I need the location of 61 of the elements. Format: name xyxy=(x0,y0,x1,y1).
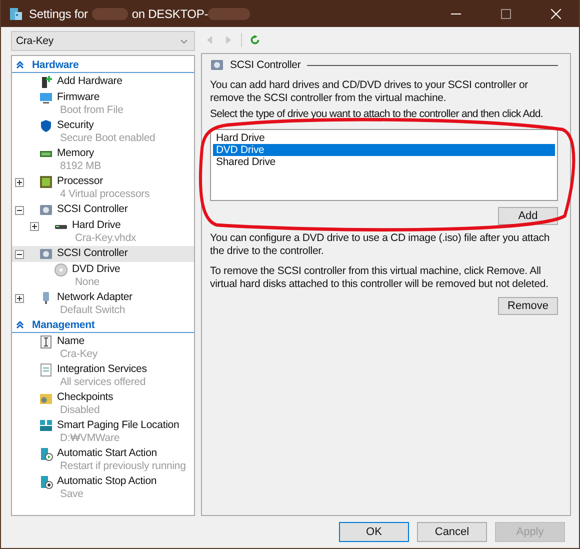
item-detail: 8192 MB xyxy=(59,160,101,173)
dvd-note: You can configure a DVD drive to use a CD image (.iso) file after you attach the drive to the controller. xyxy=(210,232,551,258)
section-heading: Management xyxy=(32,319,95,331)
remove-note: To remove the SCSI controller from this virtual machine, click Remove. All virtual hard disks attached to this controller will be removed but not deleted. xyxy=(210,265,550,291)
item-detail: Restart if previously running xyxy=(59,460,186,473)
window-title: on DESKTOP- xyxy=(132,6,208,20)
tree-item[interactable]: Memory 8192 MB xyxy=(12,146,194,174)
tree-item[interactable]: Network Adapter Default Switch xyxy=(12,290,194,318)
item-detail: Cra-Key.vhdx xyxy=(74,232,136,245)
item-name: Firmware xyxy=(57,91,101,104)
tree-item[interactable]: Security Secure Boot enabled xyxy=(12,118,194,146)
item-detail: Secure Boot enabled xyxy=(59,132,156,145)
item-detail: Save xyxy=(59,488,84,501)
item-detail: Cra-Key xyxy=(59,348,98,361)
item-name: Checkpoints xyxy=(57,391,114,404)
dialog-button[interactable]: Cancel xyxy=(417,522,487,542)
item-name: Network Adapter xyxy=(57,291,132,304)
item-name: Security xyxy=(57,119,95,132)
remove-button[interactable]: Remove xyxy=(498,297,558,315)
item-name: Integration Services xyxy=(57,363,147,376)
item-detail: Boot from File xyxy=(59,104,124,117)
item-name: Hard Drive xyxy=(72,219,122,232)
list-option[interactable]: DVD Drive xyxy=(213,144,555,156)
list-label: Select the type of drive you want to attach to the controller and then click Add. xyxy=(210,108,544,121)
tree-item[interactable]: Firmware Boot from File xyxy=(12,90,194,118)
item-detail: All services offered xyxy=(59,376,147,389)
item-detail: 4 Virtual processors xyxy=(59,188,150,201)
tree-item[interactable]: Smart Paging File Location D:₩VMWare xyxy=(12,418,194,446)
item-name: Memory xyxy=(57,147,96,160)
item-name: Automatic Stop Action xyxy=(57,475,157,488)
tree-item[interactable]: DVD Drive None xyxy=(12,262,194,290)
tree-item[interactable]: Checkpoints Disabled xyxy=(12,390,194,418)
item-name: Name xyxy=(57,335,86,348)
item-name: Processor xyxy=(57,175,104,188)
vm-dropdown[interactable]: Cra-Key xyxy=(11,31,195,51)
item-detail: None xyxy=(74,276,101,289)
tree-item[interactable]: Add Hardware xyxy=(12,74,194,90)
group-title: SCSI Controller xyxy=(230,59,301,71)
item-detail: Disabled xyxy=(59,404,101,417)
tree-item[interactable]: SCSI Controller xyxy=(12,246,194,262)
item-detail: D:₩VMWare xyxy=(59,432,121,445)
tree-item[interactable]: Processor 4 Virtual processors xyxy=(12,174,194,202)
window-title: Settings for xyxy=(29,6,88,20)
intro-text: You can add hard drives and CD/DVD drives to your SCSI controller or remove the SCSI controller from the virtual machine. xyxy=(210,79,529,105)
item-name: Automatic Start Action xyxy=(57,447,158,460)
tree-item[interactable]: Integration Services All services offered xyxy=(12,362,194,390)
tree-item[interactable]: SCSI Controller xyxy=(12,202,194,218)
section-heading: Hardware xyxy=(32,59,79,71)
list-option[interactable]: Hard Drive xyxy=(213,132,555,144)
item-name: Add Hardware xyxy=(57,75,122,88)
list-option[interactable]: Shared Drive xyxy=(213,156,555,168)
tree-item[interactable]: Name Cra-Key xyxy=(12,334,194,362)
tree-item[interactable]: Automatic Start Action Restart if previously running xyxy=(12,446,194,474)
tree-item[interactable]: Hard Drive Cra-Key.vhdx xyxy=(12,218,194,246)
tree-item[interactable]: Automatic Stop Action Save xyxy=(12,474,194,502)
item-name: SCSI Controller xyxy=(57,203,128,216)
dialog-button[interactable]: OK xyxy=(339,522,409,542)
item-name: DVD Drive xyxy=(72,263,120,276)
item-name: Smart Paging File Location xyxy=(57,419,180,432)
item-detail: Default Switch xyxy=(59,304,126,317)
item-name: SCSI Controller xyxy=(57,247,128,260)
